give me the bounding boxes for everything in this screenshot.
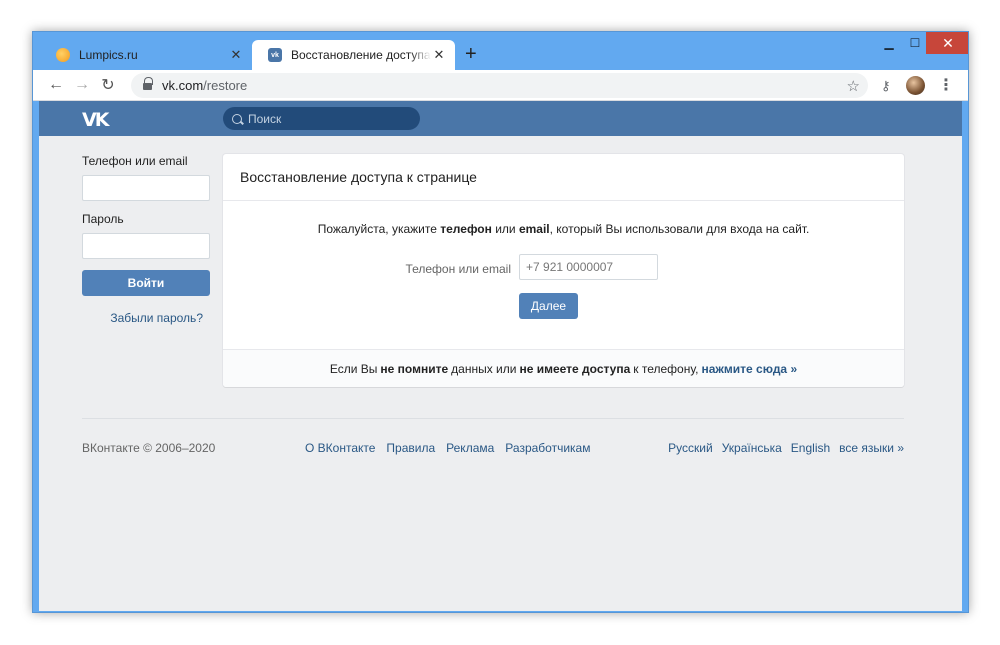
tab-lumpics[interactable]: Lumpics.ru ✕ bbox=[40, 40, 252, 70]
forward-button[interactable]: → bbox=[69, 76, 95, 94]
instruction-bold-phone: телефон bbox=[440, 222, 492, 236]
minimize-button[interactable]: ▁ bbox=[875, 32, 903, 54]
help-text: данных или bbox=[451, 361, 517, 376]
footer-link-about[interactable]: О ВКонтакте bbox=[305, 441, 375, 455]
footer-divider bbox=[82, 418, 904, 419]
footer-links: О ВКонтакте Правила Реклама Разработчика… bbox=[305, 441, 590, 455]
url-host: vk.com bbox=[162, 78, 204, 93]
tab-title: Lumpics.ru bbox=[79, 48, 138, 62]
footer-link-developers[interactable]: Разработчикам bbox=[505, 441, 590, 455]
browser-menu-icon[interactable]: ⋮ bbox=[938, 75, 954, 95]
tab-close-icon[interactable]: ✕ bbox=[431, 47, 447, 63]
login-password-field[interactable] bbox=[82, 233, 210, 259]
forgot-password-link[interactable]: Забыли пароль? bbox=[82, 311, 210, 325]
instruction-text: или bbox=[491, 222, 519, 236]
maximize-button[interactable]: ☐ bbox=[901, 32, 929, 54]
browser-toolbar: ← → ↻ vk.com/restore ☆ ⚷ ⋮ bbox=[33, 70, 968, 101]
tab-vk-restore[interactable]: vk Восстановление доступа к странице ✕ bbox=[252, 40, 455, 70]
address-bar[interactable]: vk.com/restore ☆ bbox=[131, 73, 868, 98]
restore-phone-input[interactable] bbox=[519, 254, 658, 280]
vk-favicon-icon: vk bbox=[268, 48, 282, 62]
restore-help-footer: Если Вы не помните данных или не имеете … bbox=[223, 349, 904, 387]
new-tab-button[interactable]: + bbox=[465, 44, 477, 64]
lang-english[interactable]: English bbox=[791, 441, 830, 455]
lang-russian[interactable]: Русский bbox=[668, 441, 713, 455]
login-phone-field[interactable] bbox=[82, 175, 210, 201]
instruction-text: , который Вы использовали для входа на с… bbox=[549, 222, 810, 236]
restore-body: Пожалуйста, укажите телефон или email, к… bbox=[223, 201, 904, 349]
page-footer: ВКонтакте © 2006–2020 О ВКонтакте Правил… bbox=[82, 441, 904, 457]
vk-header: VK bbox=[39, 101, 962, 136]
restore-card: Восстановление доступа к странице Пожалу… bbox=[223, 154, 904, 387]
restore-title: Восстановление доступа к странице bbox=[223, 154, 904, 201]
help-bold-forgot: не помните bbox=[380, 361, 449, 376]
url-path: /restore bbox=[203, 78, 248, 93]
lock-icon bbox=[143, 76, 153, 91]
instruction-bold-email: email bbox=[518, 222, 550, 236]
instruction-text: Пожалуйста, укажите bbox=[317, 222, 441, 236]
lumpics-favicon-icon bbox=[56, 48, 70, 62]
vk-search-box[interactable] bbox=[223, 107, 420, 130]
restore-field-label: Телефон или email bbox=[405, 262, 511, 276]
tab-title: Восстановление доступа к странице bbox=[291, 48, 431, 62]
login-panel: Телефон или email Пароль Войти Забыли па… bbox=[82, 154, 210, 325]
lang-ukrainian[interactable]: Українська bbox=[722, 441, 782, 455]
lang-all[interactable]: все языки » bbox=[839, 441, 904, 455]
page-content: VK Телефон или email Пароль Войти Забыли… bbox=[39, 101, 962, 611]
help-text: Если Вы bbox=[329, 361, 378, 376]
bookmark-star-icon[interactable]: ☆ bbox=[847, 77, 860, 95]
close-window-button[interactable]: ✕ bbox=[926, 32, 968, 54]
login-button[interactable]: Войти bbox=[82, 270, 210, 296]
tab-close-icon[interactable]: ✕ bbox=[228, 47, 244, 63]
language-links: Русский Українська English все языки » bbox=[668, 441, 904, 455]
back-button[interactable]: ← bbox=[43, 76, 69, 94]
password-label: Пароль bbox=[82, 212, 124, 226]
footer-link-rules[interactable]: Правила bbox=[386, 441, 435, 455]
next-button[interactable]: Далее bbox=[519, 293, 578, 319]
key-icon[interactable]: ⚷ bbox=[881, 78, 891, 94]
copyright: ВКонтакте © 2006–2020 bbox=[82, 441, 216, 455]
phone-label: Телефон или email bbox=[82, 154, 188, 168]
browser-window: Lumpics.ru ✕ vk Восстановление доступа к… bbox=[32, 31, 969, 613]
profile-avatar[interactable] bbox=[906, 76, 925, 95]
help-bold-no-access: не имеете доступа bbox=[519, 361, 631, 376]
restore-instruction: Пожалуйста, укажите телефон или email, к… bbox=[223, 222, 904, 236]
reload-button[interactable]: ↻ bbox=[95, 75, 121, 95]
footer-link-ads[interactable]: Реклама bbox=[446, 441, 494, 455]
click-here-link[interactable]: нажмите сюда » bbox=[701, 362, 797, 376]
help-text: к телефону, bbox=[633, 361, 699, 376]
search-input[interactable] bbox=[248, 111, 408, 126]
vk-logo[interactable]: VK bbox=[82, 109, 109, 131]
tab-strip: Lumpics.ru ✕ vk Восстановление доступа к… bbox=[33, 32, 968, 70]
search-icon bbox=[232, 113, 242, 124]
